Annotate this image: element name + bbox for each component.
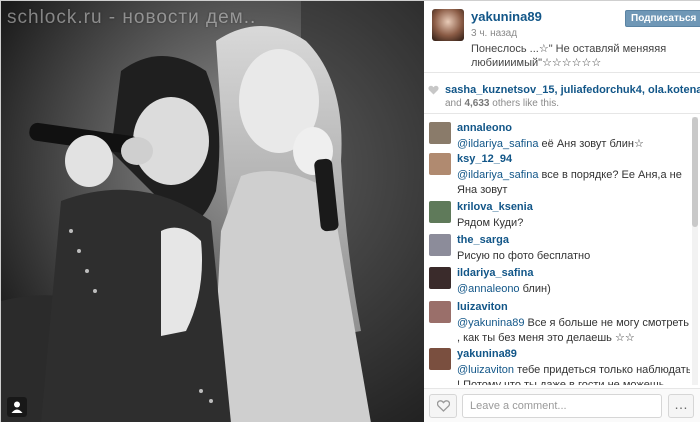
comments-scrollbar[interactable] (692, 117, 698, 385)
owner-avatar[interactable] (432, 9, 464, 41)
commenter-username[interactable]: ksy_12_94 (457, 153, 512, 165)
owner-username[interactable]: yakunina89 (471, 9, 542, 24)
more-options-button[interactable]: … (668, 394, 694, 418)
likes-count[interactable]: 4,633 (464, 98, 489, 109)
comment-mention[interactable]: @luizaviton (457, 364, 514, 376)
commenter-username[interactable]: ildariya_safina (457, 267, 533, 279)
commenter-avatar[interactable] (429, 234, 451, 256)
comment-mention[interactable]: @ildariya_safina (457, 138, 539, 150)
liker-link[interactable]: juliafedorchuk4 (561, 84, 642, 96)
commenter-avatar[interactable] (429, 348, 451, 370)
follow-button[interactable]: Подписаться (625, 10, 700, 27)
commenter-username[interactable]: annaleono (457, 122, 512, 134)
watermark-text: schlock.ru - новости дем.. (7, 7, 257, 28)
tagged-users-icon[interactable] (7, 397, 27, 417)
caption-line-1: Понеслось ...☆" Не оставляй меняяяя (471, 43, 667, 55)
comment-body: блин) (519, 283, 551, 295)
comment-mention[interactable]: @ildariya_safina (457, 169, 539, 181)
commenter-avatar[interactable] (429, 201, 451, 223)
likes-count-text: and 4,633 others like this. (445, 98, 559, 109)
comment-text: @ildariya_safina все в порядке? Ее Аня,а… (457, 168, 690, 198)
post-photo[interactable]: schlock.ru - новости дем.. (1, 1, 424, 422)
instagram-post-window: schlock.ru - новости дем.. yakunina89 3 … (0, 0, 700, 422)
comment-text: @yakunina89 Все я больше не могу смотрет… (457, 316, 690, 346)
post-header: yakunina89 3 ч. назад Понеслось ...☆" Не… (424, 1, 700, 73)
comment-footer: … (424, 388, 700, 422)
comment-body: Рядом Куди? (457, 217, 524, 229)
comment-mention[interactable]: @yakunina89 (457, 317, 524, 329)
comment-text: @annaleono блин) (457, 282, 690, 297)
commenter-username[interactable]: the_sarga (457, 234, 509, 246)
commenter-avatar[interactable] (429, 267, 451, 289)
commenter-username[interactable]: yakunina89 (457, 348, 517, 360)
commenter-avatar[interactable] (429, 153, 451, 175)
photo-illustration (1, 1, 424, 422)
comment-text: Рядом Куди? (457, 216, 690, 231)
caption-line-2: любиииимый"☆☆☆☆☆☆ (471, 57, 602, 69)
post-details-panel: yakunina89 3 ч. назад Понеслось ...☆" Не… (424, 1, 700, 422)
comment-body: её Аня зовут блин☆ (538, 138, 644, 150)
post-caption: Понеслось ...☆" Не оставляй меняяяя люби… (471, 42, 671, 70)
comment-text: Рисую по фото бесплатно (457, 249, 690, 264)
commenter-avatar[interactable] (429, 301, 451, 323)
others-prefix: and (445, 98, 462, 109)
comments-list: annaleono @ildariya_safina её Аня зовут … (424, 117, 690, 385)
heart-icon (428, 85, 439, 95)
comment-text: @luizaviton тебе придеться только наблюд… (457, 363, 690, 385)
commenter-username[interactable]: luizaviton (457, 301, 508, 313)
liker-link[interactable]: ola.kotena (648, 84, 700, 96)
heart-icon (437, 400, 450, 412)
commenter-username[interactable]: krilova_ksenia (457, 201, 533, 213)
likes-section: sasha_kuznetsov_15, juliafedorchuk4, ola… (424, 80, 700, 114)
comment-text: @ildariya_safina её Аня зовут блин☆ (457, 137, 690, 152)
likers-list: sasha_kuznetsov_15, juliafedorchuk4, ola… (445, 84, 700, 96)
comment-input[interactable] (462, 394, 662, 418)
comment-mention[interactable]: @annaleono (457, 283, 520, 295)
scrollbar-thumb[interactable] (692, 117, 698, 227)
post-timestamp[interactable]: 3 ч. назад (471, 28, 517, 39)
comment-body: Рисую по фото бесплатно (457, 250, 591, 262)
others-suffix: others like this. (492, 98, 559, 109)
commenter-avatar[interactable] (429, 122, 451, 144)
liker-link[interactable]: sasha_kuznetsov_15 (445, 84, 554, 96)
like-button[interactable] (429, 394, 457, 418)
